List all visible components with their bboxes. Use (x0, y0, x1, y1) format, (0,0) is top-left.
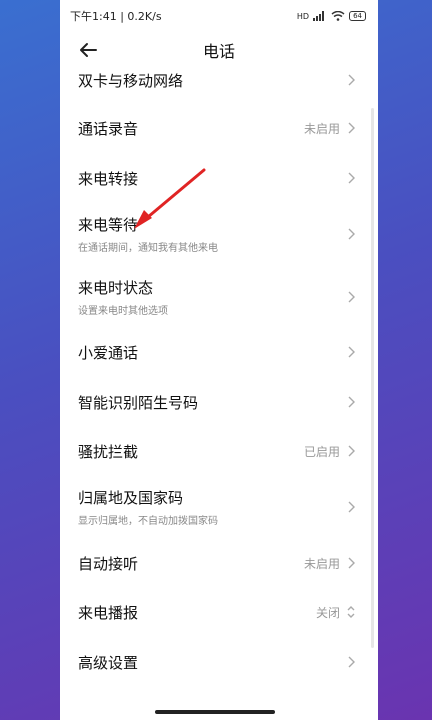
status-bar: 下午1:41 | 0.2K/s HD 64 (60, 0, 378, 32)
item-texts: 来电时状态设置来电时其他选项 (78, 277, 168, 317)
item-right (346, 171, 356, 185)
item-texts: 通话录音 (78, 118, 138, 139)
list-item[interactable]: 通话录音 未启用 (60, 113, 378, 143)
list-item[interactable]: 智能识别陌生号码 (60, 387, 378, 417)
list-item[interactable]: 骚扰拦截 已启用 (60, 436, 378, 466)
item-texts: 高级设置 (78, 652, 138, 673)
item-right: 已启用 (304, 443, 356, 460)
item-label: 通话录音 (78, 119, 139, 138)
item-right (346, 655, 356, 669)
chevron-right-icon (348, 291, 355, 303)
item-label: 来电等待 (78, 216, 139, 234)
list-item[interactable]: 来电播报 关闭 (60, 597, 378, 627)
list-item[interactable]: 来电转接 (60, 163, 378, 193)
item-label: 骚扰拦截 (78, 442, 139, 461)
item-right: 未启用 (304, 555, 356, 572)
item-texts: 小爱通话 (78, 342, 138, 363)
item-right (346, 290, 356, 304)
status-time-speed: 下午1:41 | 0.2K/s (70, 10, 162, 23)
item-subtitle: 显示归属地，不自动加拨国家码 (78, 516, 218, 527)
item-label: 来电时状态 (78, 279, 154, 297)
item-label: 归属地及国家码 (78, 489, 184, 507)
phone-screen: 下午1:41 | 0.2K/s HD 64 电话 双卡与移动网络 通话录音 未启用来… (60, 0, 378, 720)
item-value: 未启用 (303, 556, 340, 571)
item-texts: 双卡与移动网络 (78, 70, 183, 91)
list-item[interactable]: 来电时状态设置来电时其他选项 (60, 274, 378, 320)
list-item[interactable]: 小爱通话 (60, 337, 378, 367)
item-label: 来电播报 (78, 603, 139, 622)
chevron-right-icon (348, 557, 355, 569)
chevron-right-icon (348, 396, 355, 408)
chevron-right-icon (348, 172, 355, 184)
scrollbar[interactable] (371, 108, 374, 648)
item-right (346, 73, 356, 87)
item-texts: 自动接听 (78, 553, 138, 574)
status-icons: HD 64 (297, 11, 366, 21)
item-right (346, 227, 356, 241)
item-value: 未启用 (303, 121, 340, 136)
item-label: 自动接听 (78, 554, 139, 573)
header: 电话 (60, 32, 378, 68)
list-item[interactable]: 来电等待在通话期间，通知我有其他来电 (60, 211, 378, 257)
item-right (346, 395, 356, 409)
item-texts: 来电转接 (78, 168, 138, 189)
item-texts: 来电播报 (78, 602, 138, 623)
list-item[interactable]: 归属地及国家码显示归属地，不自动加拨国家码 (60, 484, 378, 530)
hd-signal-label: HD (296, 11, 310, 21)
back-arrow-icon[interactable] (76, 38, 100, 62)
item-label: 小爱通话 (78, 343, 139, 362)
item-texts: 智能识别陌生号码 (78, 392, 198, 413)
signal-icon (313, 11, 325, 21)
chevron-right-icon (348, 501, 355, 513)
item-label: 双卡与移动网络 (78, 71, 184, 90)
item-value: 关闭 (315, 605, 340, 620)
item-right (346, 345, 356, 359)
wifi-icon (331, 11, 345, 21)
list-item[interactable]: 高级设置 (60, 647, 378, 677)
chevron-right-icon (348, 445, 355, 457)
chevron-right-icon (348, 74, 355, 86)
chevron-right-icon (348, 346, 355, 358)
item-subtitle: 在通话期间，通知我有其他来电 (78, 243, 218, 254)
item-texts: 骚扰拦截 (78, 441, 138, 462)
item-label: 智能识别陌生号码 (78, 393, 199, 412)
item-label: 来电转接 (78, 169, 139, 188)
item-right: 关闭 (316, 604, 356, 621)
item-texts: 归属地及国家码显示归属地，不自动加拨国家码 (78, 487, 218, 527)
item-value: 已启用 (303, 444, 340, 459)
item-right (346, 500, 356, 514)
chevron-right-icon (348, 122, 355, 134)
item-subtitle: 设置来电时其他选项 (78, 306, 168, 317)
list-item[interactable]: 自动接听 未启用 (60, 548, 378, 578)
item-right: 未启用 (304, 120, 356, 137)
chevron-right-icon (348, 228, 355, 240)
battery-indicator: 64 (349, 11, 366, 21)
item-label: 高级设置 (78, 653, 139, 672)
page-title: 电话 (202, 42, 235, 61)
chevron-right-icon (348, 656, 355, 668)
chevron-updown-icon (347, 606, 355, 618)
item-texts: 来电等待在通话期间，通知我有其他来电 (78, 214, 218, 254)
home-indicator[interactable] (155, 710, 275, 714)
list-item[interactable]: 双卡与移动网络 (60, 65, 378, 95)
